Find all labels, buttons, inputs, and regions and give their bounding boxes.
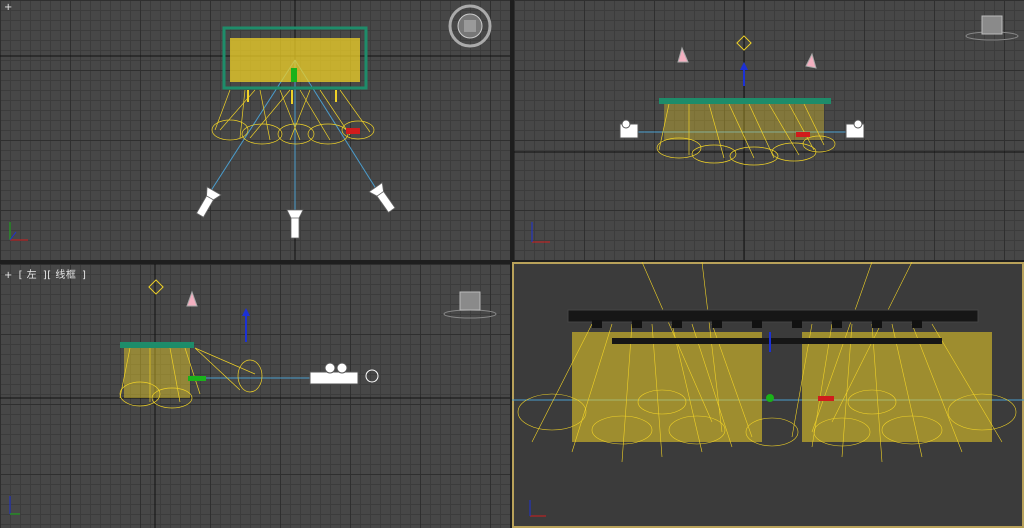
truss-frame[interactable]: [659, 98, 831, 104]
viewport-top[interactable]: +: [0, 0, 510, 260]
viewport-front-canvas: [514, 0, 1024, 260]
viewport-left[interactable]: + [ 左 ][ 线框 ]: [0, 264, 510, 528]
axis-tripod-icon: [9, 222, 28, 241]
viewcube-icon[interactable]: [965, 15, 1019, 41]
viewcube-icon[interactable]: [443, 291, 497, 319]
spotlight-icon[interactable]: [677, 46, 817, 69]
axis-tripod-icon: [529, 500, 546, 517]
viewport-front[interactable]: [514, 0, 1024, 260]
spotlight-icon[interactable]: [368, 181, 398, 215]
truss-frame[interactable]: [120, 342, 194, 348]
gizmo-x[interactable]: [818, 396, 834, 401]
gizmo-y[interactable]: [188, 376, 206, 381]
spotlight-icon[interactable]: [286, 209, 304, 239]
spotlight-icon[interactable]: [186, 290, 198, 307]
viewport-perspective-canvas: [512, 262, 1024, 517]
target-lines: [204, 59, 381, 215]
axis-tripod-icon: [9, 496, 20, 515]
steering-wheel-icon[interactable]: [448, 4, 492, 48]
viewport-top-canvas: [0, 0, 510, 260]
target-marker[interactable]: [148, 279, 164, 295]
spotlight-icon[interactable]: [193, 186, 222, 219]
camera-icon[interactable]: [309, 362, 379, 385]
gizmo-x[interactable]: [346, 128, 360, 134]
axis-tripod-icon: [531, 222, 550, 243]
viewport-perspective[interactable]: [512, 262, 1024, 528]
gizmo-y[interactable]: [291, 68, 297, 82]
gizmo-x[interactable]: [796, 132, 810, 137]
gizmo-y[interactable]: [766, 394, 774, 402]
fixtures: [592, 320, 922, 328]
viewport-left-canvas: [0, 264, 510, 528]
